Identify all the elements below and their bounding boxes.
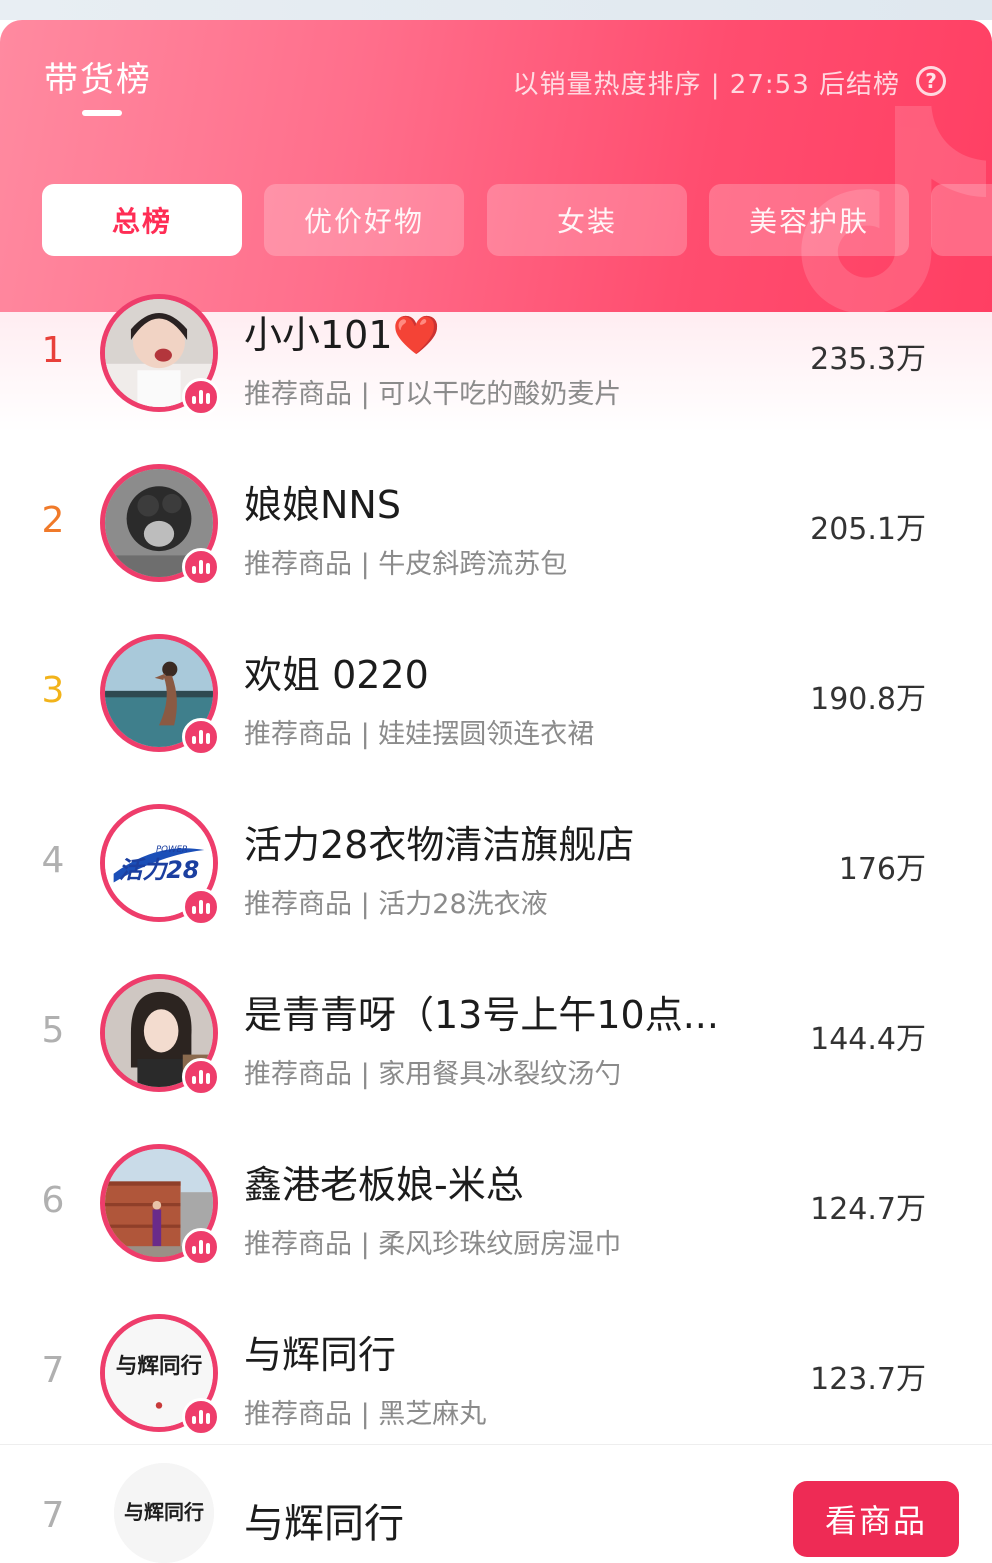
streamer-name: 鑫港老板娘-米总 bbox=[244, 1163, 524, 1207]
ranking-row[interactable]: 4 活力28 POWER 活力28衣物清洁旗舰店 推荐商品 | 活力28洗衣液 1… bbox=[0, 778, 992, 948]
title-underline bbox=[82, 110, 122, 116]
tab-more[interactable] bbox=[931, 184, 992, 256]
avatar[interactable] bbox=[100, 634, 220, 756]
streamer-name: 娘娘NNS bbox=[244, 483, 401, 527]
sales-heat-value: 124.7万 bbox=[810, 1192, 926, 1227]
ranking-row[interactable]: 7 与辉同行 与辉同行 推荐商品 | 黑芝麻丸 123.7万 bbox=[0, 1288, 992, 1458]
ranking-status-text: 以销量热度排序 | 27:53 后结榜 bbox=[512, 70, 900, 100]
ranking-row[interactable]: 5 是青青呀（13号上午10点... 推荐商品 | 家用餐具冰裂纹汤勺 144.… bbox=[0, 948, 992, 1118]
tab-good-value[interactable]: 优价好物 bbox=[264, 184, 464, 256]
recommended-product: 推荐商品 | 活力28洗衣液 bbox=[244, 889, 548, 920]
rank-number: 2 bbox=[41, 500, 65, 541]
recommended-product: 推荐商品 | 牛皮斜跨流苏包 bbox=[244, 549, 568, 580]
sales-heat-value: 144.4万 bbox=[810, 1022, 926, 1057]
streamer-name: 是青青呀（13号上午10点... bbox=[244, 993, 719, 1037]
category-tabs: 总榜 优价好物 女装 美容护肤 bbox=[42, 184, 992, 256]
tab-overall[interactable]: 总榜 bbox=[42, 184, 242, 256]
help-icon[interactable]: ? bbox=[916, 66, 946, 96]
sales-heat-value: 190.8万 bbox=[810, 682, 926, 717]
streamer-name: 欢姐 0220 bbox=[244, 653, 429, 697]
rank-number: 7 bbox=[41, 1350, 65, 1391]
recommended-product: 推荐商品 | 柔风珍珠纹厨房湿巾 bbox=[244, 1229, 622, 1260]
tab-beauty-skincare[interactable]: 美容护肤 bbox=[709, 184, 909, 256]
tab-womens-clothing[interactable]: 女装 bbox=[487, 184, 687, 256]
page-title[interactable]: 带货榜 bbox=[44, 52, 152, 101]
recommended-product: 推荐商品 | 可以干吃的酸奶麦片 bbox=[244, 379, 622, 410]
live-icon bbox=[182, 888, 220, 926]
brand-logo-text: 活力28 bbox=[119, 856, 200, 884]
calligraphy-logo-text: 与辉同行 bbox=[124, 1500, 204, 1524]
brand-logo-power-text: POWER bbox=[156, 845, 188, 855]
avatar[interactable] bbox=[100, 1144, 220, 1266]
ranking-row[interactable]: 3 欢姐 0220 推荐商品 | 娃娃摆圆领连衣裙 190.8万 bbox=[0, 608, 992, 778]
live-icon bbox=[182, 1228, 220, 1266]
recommended-product: 推荐商品 | 娃娃摆圆领连衣裙 bbox=[244, 719, 595, 750]
recommended-product: 推荐商品 | 家用餐具冰裂纹汤勺 bbox=[244, 1059, 622, 1090]
recommended-product: 推荐商品 | 黑芝麻丸 bbox=[244, 1399, 487, 1430]
rank-number: 3 bbox=[41, 670, 65, 711]
rank-number: 5 bbox=[41, 1010, 65, 1051]
rank-number: 4 bbox=[41, 840, 65, 881]
avatar[interactable]: 与辉同行 bbox=[100, 1314, 220, 1436]
live-icon bbox=[182, 1398, 220, 1436]
live-icon bbox=[182, 378, 220, 416]
sales-heat-value: 205.1万 bbox=[810, 512, 926, 547]
streamer-name: 活力28衣物清洁旗舰店 bbox=[244, 823, 635, 867]
live-icon bbox=[182, 718, 220, 756]
live-icon bbox=[182, 1058, 220, 1096]
live-icon bbox=[182, 548, 220, 586]
sales-heat-value: 123.7万 bbox=[810, 1362, 926, 1397]
current-streamer-avatar[interactable]: 与辉同行 bbox=[114, 1463, 214, 1563]
current-streamer-bar: 7 与辉同行 与辉同行 看商品 bbox=[0, 1444, 992, 1563]
rank-number: 1 bbox=[41, 330, 65, 371]
avatar[interactable]: 活力28 POWER bbox=[100, 804, 220, 926]
ranking-row[interactable]: 1 小小101❤️ 推荐商品 | 可以干吃的酸奶麦片 235.3万 bbox=[0, 268, 992, 438]
view-products-button[interactable]: 看商品 bbox=[793, 1481, 959, 1557]
ranking-row[interactable]: 2 娘娘NNS 推荐商品 | 牛皮斜跨流苏包 205.1万 bbox=[0, 438, 992, 608]
ranking-row[interactable]: 6 鑫港老板娘-米总 推荐商品 | 柔风珍珠纹厨房湿巾 124.7万 bbox=[0, 1118, 992, 1288]
rank-number: 6 bbox=[41, 1180, 65, 1221]
current-rank-number: 7 bbox=[41, 1495, 65, 1536]
avatar[interactable] bbox=[100, 294, 220, 416]
sales-heat-value: 235.3万 bbox=[810, 342, 926, 377]
avatar[interactable] bbox=[100, 464, 220, 586]
streamer-name: 小小101❤️ bbox=[244, 313, 440, 357]
sales-heat-value: 176万 bbox=[838, 852, 926, 887]
streamer-name: 与辉同行 bbox=[244, 1333, 397, 1377]
calligraphy-logo-text: 与辉同行 bbox=[116, 1353, 203, 1379]
current-streamer-name: 与辉同行 bbox=[244, 1501, 404, 1547]
status-strip bbox=[0, 0, 992, 20]
avatar[interactable] bbox=[100, 974, 220, 1096]
